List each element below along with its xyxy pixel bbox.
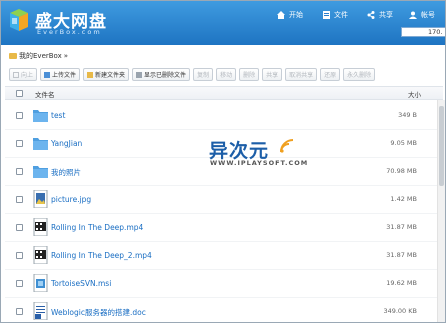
quota-indicator: 170.: [401, 27, 445, 37]
move-button[interactable]: 移动: [216, 68, 237, 81]
row-checkbox[interactable]: [16, 112, 23, 119]
file-size: 70.98 MB: [386, 167, 417, 175]
table-row[interactable]: TortoiseSVN.msi 19.62 MB: [5, 270, 443, 298]
trash-icon: [136, 71, 143, 78]
app-subtitle: EverBox.com: [37, 28, 102, 36]
video-file-icon: [33, 217, 48, 237]
nav-files-label: 文件: [334, 11, 348, 19]
file-name-link[interactable]: picture.jpg: [51, 195, 91, 204]
permanent-delete-button[interactable]: 永久删除: [343, 68, 376, 81]
file-size: 349.00 KB: [383, 307, 417, 315]
nav-account[interactable]: 帐号: [409, 8, 435, 22]
folder-icon: [33, 134, 48, 152]
new-folder-button-label: 新建文件夹: [95, 72, 126, 79]
column-header-size[interactable]: 大小: [408, 89, 421, 99]
copy-button-label: 复制: [197, 72, 210, 79]
share-button-label: 共享: [266, 72, 279, 79]
folder-icon: [33, 106, 48, 124]
signal-icon: [280, 139, 294, 153]
file-name-link[interactable]: 我的照片: [51, 167, 81, 178]
breadcrumb-separator: »: [63, 52, 69, 60]
nav-files[interactable]: 文件: [323, 8, 348, 22]
installer-file-icon: [33, 273, 48, 293]
file-size: 349 B: [398, 111, 417, 119]
upload-icon: [44, 71, 51, 78]
table-row[interactable]: Rolling In The Deep.mp4 31.87 MB: [5, 214, 443, 242]
permanent-delete-button-label: 永久删除: [347, 72, 372, 79]
table-row[interactable]: Weblogic服务器的搭建.doc 349.00 KB: [5, 298, 443, 322]
header-bar: 盛大网盘 EverBox.com 开始 文件 共享 帐号 170.: [1, 1, 445, 45]
logo-cube-icon: [10, 9, 28, 31]
file-name-link[interactable]: test: [51, 111, 65, 120]
row-checkbox[interactable]: [16, 196, 23, 203]
file-icon: [323, 11, 330, 19]
file-size: 9.05 MB: [390, 139, 417, 147]
file-size: 1.42 MB: [390, 195, 417, 203]
file-name-link[interactable]: TortoiseSVN.msi: [51, 279, 111, 288]
nav-home[interactable]: 开始: [277, 8, 303, 22]
arrow-up-icon: [13, 71, 19, 78]
folder-icon: [33, 162, 48, 180]
delete-button[interactable]: 删除: [239, 68, 260, 81]
breadcrumb: 我的EverBox »: [9, 51, 68, 61]
app-window: 盛大网盘 EverBox.com 开始 文件 共享 帐号 170. 我的Ever…: [0, 0, 446, 323]
share-button[interactable]: 共享: [262, 68, 283, 81]
row-checkbox[interactable]: [16, 168, 23, 175]
folder-icon: [9, 53, 17, 59]
unshare-button[interactable]: 取消共享: [285, 68, 318, 81]
table-header: 文件名 大小: [5, 86, 443, 100]
scrollbar[interactable]: [437, 100, 445, 322]
row-checkbox[interactable]: [16, 280, 23, 287]
breadcrumb-root[interactable]: 我的EverBox: [19, 51, 62, 61]
nav-home-label: 开始: [289, 11, 303, 19]
file-size: 31.87 MB: [386, 251, 417, 259]
toolbar: 向上 上传文件 新建文件夹 显示已删除文件 复制 移动 删除 共享 取消共享 还…: [9, 68, 439, 81]
table-row[interactable]: test 349 B: [5, 102, 443, 130]
move-button-label: 移动: [220, 72, 233, 79]
word-doc-icon: [33, 301, 48, 321]
table-row[interactable]: picture.jpg 1.42 MB: [5, 186, 443, 214]
file-name-link[interactable]: Rolling In The Deep.mp4: [51, 223, 143, 232]
nav-share[interactable]: 共享: [367, 8, 393, 22]
up-button-label: 向上: [21, 72, 34, 79]
delete-button-label: 删除: [243, 72, 256, 79]
scrollbar-thumb[interactable]: [439, 106, 444, 186]
upload-button-label: 上传文件: [52, 72, 77, 79]
quota-text: 170.: [428, 28, 443, 36]
watermark-subtitle: WWW.IPLAYSOFT.COM: [210, 159, 309, 167]
file-size: 19.62 MB: [386, 279, 417, 287]
watermark: 异次元 WWW.IPLAYSOFT.COM: [209, 136, 309, 176]
restore-button-label: 还原: [324, 72, 337, 79]
copy-button[interactable]: 复制: [193, 68, 214, 81]
select-all-checkbox[interactable]: [16, 90, 23, 97]
nav-share-label: 共享: [379, 11, 393, 19]
show-deleted-button[interactable]: 显示已删除文件: [132, 68, 191, 81]
restore-button[interactable]: 还原: [320, 68, 341, 81]
show-deleted-button-label: 显示已删除文件: [144, 72, 187, 79]
share-icon: [367, 11, 375, 19]
user-icon: [409, 11, 417, 19]
file-name-link[interactable]: Weblogic服务器的搭建.doc: [51, 307, 146, 318]
file-name-link[interactable]: YangJian: [51, 139, 82, 148]
row-checkbox[interactable]: [16, 140, 23, 147]
nav-account-label: 帐号: [421, 11, 435, 19]
file-name-link[interactable]: Rolling In The Deep_2.mp4: [51, 251, 152, 260]
new-folder-button[interactable]: 新建文件夹: [83, 68, 130, 81]
row-checkbox[interactable]: [16, 224, 23, 231]
home-icon: [277, 11, 285, 19]
row-checkbox[interactable]: [16, 308, 23, 315]
table-row[interactable]: Rolling In The Deep_2.mp4 31.87 MB: [5, 242, 443, 270]
file-size: 31.87 MB: [386, 223, 417, 231]
up-button[interactable]: 向上: [9, 68, 38, 81]
upload-button[interactable]: 上传文件: [40, 68, 81, 81]
unshare-button-label: 取消共享: [289, 72, 314, 79]
new-folder-icon: [87, 71, 94, 78]
image-file-icon: [33, 189, 48, 209]
column-header-name[interactable]: 文件名: [35, 89, 55, 99]
video-file-icon: [33, 245, 48, 265]
row-checkbox[interactable]: [16, 252, 23, 259]
